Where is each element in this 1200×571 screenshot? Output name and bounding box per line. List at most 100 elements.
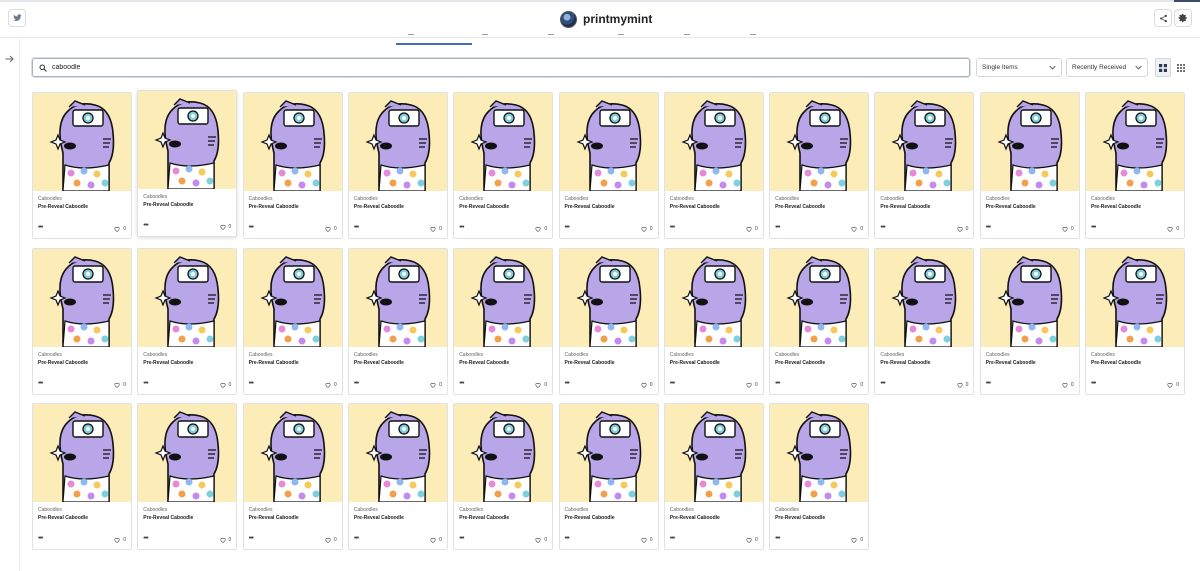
nft-image[interactable] [243,248,342,347]
collection-name[interactable]: Caboodles [143,194,167,200]
nft-card[interactable]: Caboodles Pre-Reveal Caboodle ••• 0 [137,90,238,237]
like-button[interactable]: 0 [325,537,337,543]
like-button[interactable]: 0 [641,382,653,388]
more-options-icon[interactable]: ••• [143,222,148,229]
like-button[interactable]: 0 [325,226,337,232]
nft-card[interactable]: Caboodles Pre-Reveal Caboodle ••• 0 [769,403,870,550]
item-type-select[interactable]: Single Items [976,58,1062,77]
like-button[interactable]: 0 [746,226,758,232]
collection-name[interactable]: Caboodles [143,352,167,358]
nft-card[interactable]: Caboodles Pre-Reveal Caboodle ••• 0 [347,92,448,239]
like-button[interactable]: 0 [430,226,442,232]
like-button[interactable]: 0 [219,382,231,388]
like-button[interactable]: 0 [535,226,547,232]
more-options-icon[interactable]: ••• [565,535,570,542]
more-options-icon[interactable]: ••• [670,224,675,231]
nft-card[interactable]: Caboodles Pre-Reveal Caboodle ••• 0 [663,92,764,239]
more-options-icon[interactable]: ••• [670,380,675,387]
nft-image[interactable] [33,404,131,502]
collection-name[interactable]: Caboodles [459,196,483,202]
collection-name[interactable]: Caboodles [775,507,799,513]
nft-image[interactable] [454,404,553,502]
nft-image[interactable] [664,93,763,191]
more-options-icon[interactable]: ••• [880,224,885,231]
collection-name[interactable]: Caboodles [670,507,694,513]
collection-name[interactable]: Caboodles [354,352,378,358]
like-button[interactable]: 0 [114,537,126,543]
collection-name[interactable]: Caboodles [986,352,1010,358]
collection-name[interactable]: Caboodles [986,196,1010,202]
collection-name[interactable]: Caboodles [1091,352,1115,358]
like-button[interactable]: 0 [535,537,547,543]
nft-image[interactable] [138,248,237,347]
more-options-icon[interactable]: ••• [880,380,885,387]
more-options-icon[interactable]: ••• [565,224,570,231]
more-options-icon[interactable]: ••• [459,380,464,387]
nft-image[interactable] [348,93,447,191]
more-options-icon[interactable]: ••• [38,380,43,387]
more-options-icon[interactable]: ••• [38,535,43,542]
collection-name[interactable]: Caboodles [354,507,378,513]
like-button[interactable]: 0 [746,537,758,543]
arrow-right-icon[interactable] [5,55,14,63]
more-options-icon[interactable]: ••• [986,380,991,387]
settings-button[interactable] [1174,9,1192,27]
nft-image[interactable] [770,248,869,347]
nft-card[interactable]: Caboodles Pre-Reveal Caboodle ••• 0 [979,92,1080,239]
nft-card[interactable]: Caboodles Pre-Reveal Caboodle ••• 0 [663,247,764,395]
collection-name[interactable]: Caboodles [880,196,904,202]
nft-image[interactable] [875,248,974,347]
like-button[interactable]: 0 [1062,226,1074,232]
more-options-icon[interactable]: ••• [249,380,254,387]
nft-image[interactable] [348,404,447,502]
collection-name[interactable]: Caboodles [565,352,589,358]
more-options-icon[interactable]: ••• [775,380,780,387]
nft-image[interactable] [875,93,974,191]
collection-name[interactable]: Caboodles [38,507,62,513]
collection-name[interactable]: Caboodles [565,507,589,513]
nft-image[interactable] [980,93,1079,191]
nft-card[interactable]: Caboodles Pre-Reveal Caboodle ••• 0 [453,403,554,550]
search-bar[interactable] [32,58,970,77]
collection-name[interactable]: Caboodles [775,352,799,358]
like-button[interactable]: 0 [957,226,968,232]
more-options-icon[interactable]: ••• [459,535,464,542]
collection-name[interactable]: Caboodles [249,196,273,202]
sort-select[interactable]: Recently Received [1066,58,1148,77]
nft-card[interactable]: Caboodles Pre-Reveal Caboodle ••• 0 [558,247,659,395]
collection-name[interactable]: Caboodles [249,352,273,358]
like-button[interactable]: 0 [746,382,758,388]
like-button[interactable]: 0 [851,226,863,232]
like-button[interactable]: 0 [430,537,442,543]
collection-name[interactable]: Caboodles [670,352,694,358]
like-button[interactable]: 0 [851,382,863,388]
nft-image[interactable] [33,248,131,347]
collection-name[interactable]: Caboodles [354,196,378,202]
nft-image[interactable] [243,404,342,502]
like-button[interactable]: 0 [641,226,653,232]
nft-image[interactable] [1086,93,1184,191]
nft-card[interactable]: Caboodles Pre-Reveal Caboodle ••• 0 [874,247,975,395]
nft-card[interactable]: Caboodles Pre-Reveal Caboodle ••• 0 [32,403,132,550]
more-options-icon[interactable]: ••• [775,224,780,231]
nft-card[interactable]: Caboodles Pre-Reveal Caboodle ••• 0 [32,92,132,239]
nft-image[interactable] [454,93,553,191]
like-button[interactable]: 0 [1062,382,1074,388]
twitter-button[interactable] [8,9,26,27]
nft-card[interactable]: Caboodles Pre-Reveal Caboodle ••• 0 [769,92,870,239]
nft-card[interactable]: Caboodles Pre-Reveal Caboodle ••• 0 [137,403,238,550]
like-button[interactable]: 0 [219,224,231,230]
like-button[interactable]: 0 [535,382,547,388]
nft-image[interactable] [33,93,131,191]
more-options-icon[interactable]: ••• [1091,380,1096,387]
nft-card[interactable]: Caboodles Pre-Reveal Caboodle ••• 0 [663,403,764,550]
more-options-icon[interactable]: ••• [249,535,254,542]
tab-2[interactable] [482,30,488,35]
collection-name[interactable]: Caboodles [38,196,62,202]
collection-name[interactable]: Caboodles [1091,196,1115,202]
nft-card[interactable]: Caboodles Pre-Reveal Caboodle ••• 0 [347,247,448,395]
nft-image[interactable] [454,248,553,347]
nft-image[interactable] [559,93,658,191]
nft-card[interactable]: Caboodles Pre-Reveal Caboodle ••• 0 [558,403,659,550]
nft-card[interactable]: Caboodles Pre-Reveal Caboodle ••• 0 [137,247,238,395]
